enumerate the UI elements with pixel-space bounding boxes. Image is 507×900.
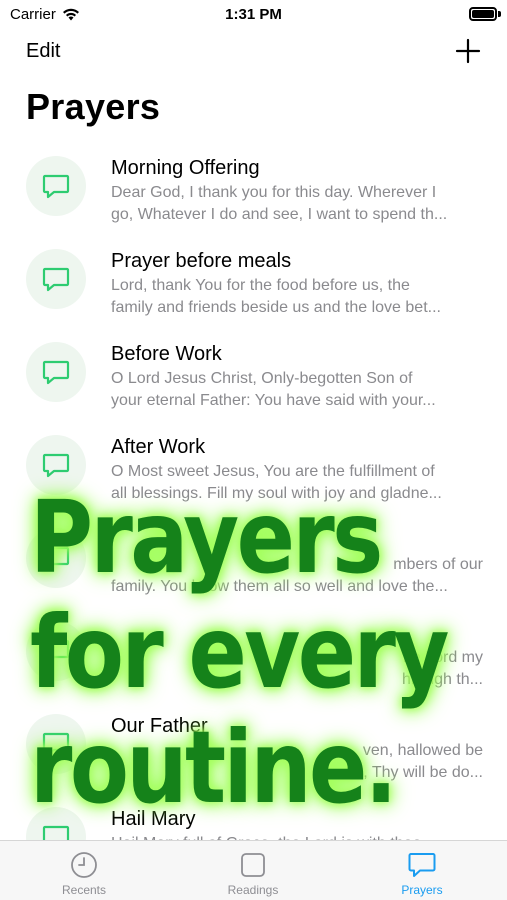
prayer-preview: Lord, thank You for the food before us, … (111, 275, 483, 318)
prayer-icon-circle (26, 435, 86, 495)
prayer-preview: Dear God, I thank you for this day. Wher… (111, 182, 483, 225)
chat-bubble-icon (42, 546, 70, 571)
prayer-title: After Work (111, 436, 206, 458)
chat-bubble-icon (42, 732, 70, 757)
page-title: Prayers (26, 86, 161, 127)
prayer-icon-circle (26, 342, 86, 402)
battery-icon (469, 7, 497, 21)
prayer-preview-line: your eternal Father: You have said with … (111, 391, 436, 409)
edit-button[interactable]: Edit (26, 40, 60, 63)
tab-label: Recents (61, 883, 107, 897)
prayer-preview: ven, hallowed be ne, Thy will be do... (111, 740, 483, 783)
list-item[interactable]: After Work O Most sweet Jesus, You are t… (0, 429, 507, 522)
tab-recents[interactable]: Recents (24, 851, 144, 897)
prayer-icon-circle (26, 714, 86, 774)
prayer-preview-line: hrough th... (402, 670, 483, 688)
prayer-title: Morning Offering (111, 157, 260, 179)
list-item[interactable]: Our Father ven, hallowed be ne, Thy will… (0, 708, 507, 801)
prayer-icon-circle (26, 249, 86, 309)
navigation-bar: Edit (0, 36, 507, 72)
prayer-preview: mbers of our family. You know them all s… (111, 554, 483, 597)
prayer-icon-circle (26, 528, 86, 588)
prayer-title: Before Work (111, 343, 222, 365)
prayer-title: Hail Mary (111, 808, 196, 830)
chat-bubble-icon (42, 267, 70, 292)
prayer-icon-circle (26, 156, 86, 216)
chat-bubble-icon (42, 453, 70, 478)
list-item[interactable]: he Lord my hrough th... (0, 615, 507, 708)
chat-bubble-icon (42, 174, 70, 199)
chat-bubble-icon (42, 639, 70, 664)
prayer-preview-line: mbers of our (393, 556, 483, 573)
prayer-preview-line: O Lord Jesus Christ, Only-begotten Son o… (111, 370, 413, 387)
prayer-preview-line: all blessings. Fill my soul with joy and… (111, 484, 442, 502)
list-item[interactable]: mbers of our family. You know them all s… (0, 522, 507, 615)
status-time: 1:31 PM (225, 6, 282, 23)
prayer-preview-line: Lord, thank You for the food before us, … (111, 277, 410, 294)
prayer-title: Our Father (111, 715, 208, 737)
prayer-preview-line: go, Whatever I do and see, I want to spe… (111, 205, 448, 223)
battery-tip (498, 11, 501, 17)
prayer-preview-line: family and friends beside us and the lov… (111, 298, 441, 316)
tab-label: Prayers (401, 883, 443, 897)
clock-icon (71, 852, 97, 878)
chat-bubble-icon (42, 360, 70, 385)
status-bar: Carrier 1:31 PM (0, 0, 507, 30)
tab-label: Readings (227, 883, 279, 897)
tab-bar: Recents Readings Prayers (0, 840, 507, 900)
prayer-preview: O Most sweet Jesus, You are the fulfillm… (111, 461, 483, 504)
list-item[interactable]: Morning Offering Dear God, I thank you f… (0, 150, 507, 243)
prayer-preview-line: he Lord my (402, 649, 483, 666)
prayer-preview-line: family. You know them all so well and lo… (111, 577, 448, 595)
prayer-preview-line: ne, Thy will be do... (345, 763, 483, 781)
prayer-title: Prayer before meals (111, 250, 292, 272)
plus-icon[interactable] (453, 36, 483, 66)
prayer-preview: O Lord Jesus Christ, Only-begotten Son o… (111, 368, 483, 411)
prayer-preview: he Lord my hrough th... (111, 647, 483, 690)
prayer-icon-circle (26, 621, 86, 681)
tab-readings[interactable]: Readings (193, 851, 313, 897)
prayer-preview-line: O Most sweet Jesus, You are the fulfillm… (111, 463, 435, 480)
tab-prayers[interactable]: Prayers (362, 851, 482, 897)
list-item[interactable]: Prayer before meals Lord, thank You for … (0, 243, 507, 336)
chat-bubble-icon (408, 853, 436, 877)
square-icon (241, 853, 265, 877)
list-item[interactable]: Before Work O Lord Jesus Christ, Only-be… (0, 336, 507, 429)
prayer-preview-line: Dear God, I thank you for this day. Wher… (111, 184, 437, 201)
prayer-preview-line: ven, hallowed be (362, 742, 483, 759)
